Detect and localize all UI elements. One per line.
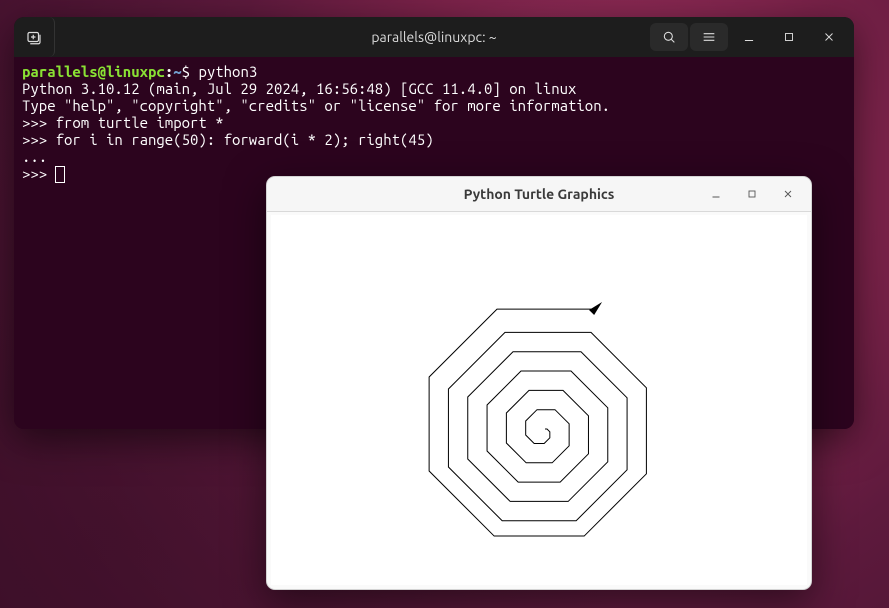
maximize-icon (782, 30, 796, 44)
maximize-button[interactable] (770, 23, 808, 51)
python-prompt: >>> (22, 131, 56, 148)
shell-command: python3 (198, 63, 257, 80)
minimize-icon (710, 188, 722, 200)
python-banner-line2: Type "help", "copyright", "credits" or "… (22, 97, 610, 114)
close-button[interactable] (771, 182, 805, 206)
python-command-1: from turtle import * (56, 114, 224, 131)
prompt-sep: : (165, 63, 173, 80)
turtle-titlebar[interactable]: Python Turtle Graphics (267, 177, 811, 212)
minimize-button[interactable] (730, 23, 768, 51)
turtle-cursor-icon (589, 302, 602, 315)
text-cursor (56, 167, 64, 182)
search-button[interactable] (650, 23, 688, 51)
prompt-symbol: $ (182, 63, 199, 80)
close-icon (822, 30, 836, 44)
terminal-titlebar[interactable]: parallels@linuxpc: ~ (14, 17, 854, 57)
close-icon (782, 188, 794, 200)
turtle-drawing (271, 215, 807, 585)
maximize-button[interactable] (735, 182, 769, 206)
terminal-window-controls (650, 17, 848, 57)
python-continuation: ... (22, 148, 56, 165)
minimize-button[interactable] (699, 182, 733, 206)
close-button[interactable] (810, 23, 848, 51)
new-tab-button[interactable] (14, 17, 55, 57)
turtle-window-controls (699, 177, 805, 211)
python-prompt: >>> (22, 165, 56, 182)
desktop-background: parallels@linuxpc: ~ parallels@l (0, 0, 889, 608)
menu-icon (701, 29, 717, 45)
prompt-path: ~ (173, 63, 181, 80)
python-banner-line1: Python 3.10.12 (main, Jul 29 2024, 16:56… (22, 80, 576, 97)
prompt-user: parallels@linuxpc (22, 63, 165, 80)
turtle-window[interactable]: Python Turtle Graphics (266, 176, 812, 590)
search-icon (661, 29, 677, 45)
turtle-canvas (271, 215, 807, 585)
spiral-path (429, 309, 646, 536)
maximize-icon (746, 188, 758, 200)
minimize-icon (742, 30, 756, 44)
python-command-2: for i in range(50): forward(i * 2); righ… (56, 131, 434, 148)
python-prompt: >>> (22, 114, 56, 131)
hamburger-menu-button[interactable] (690, 23, 728, 51)
